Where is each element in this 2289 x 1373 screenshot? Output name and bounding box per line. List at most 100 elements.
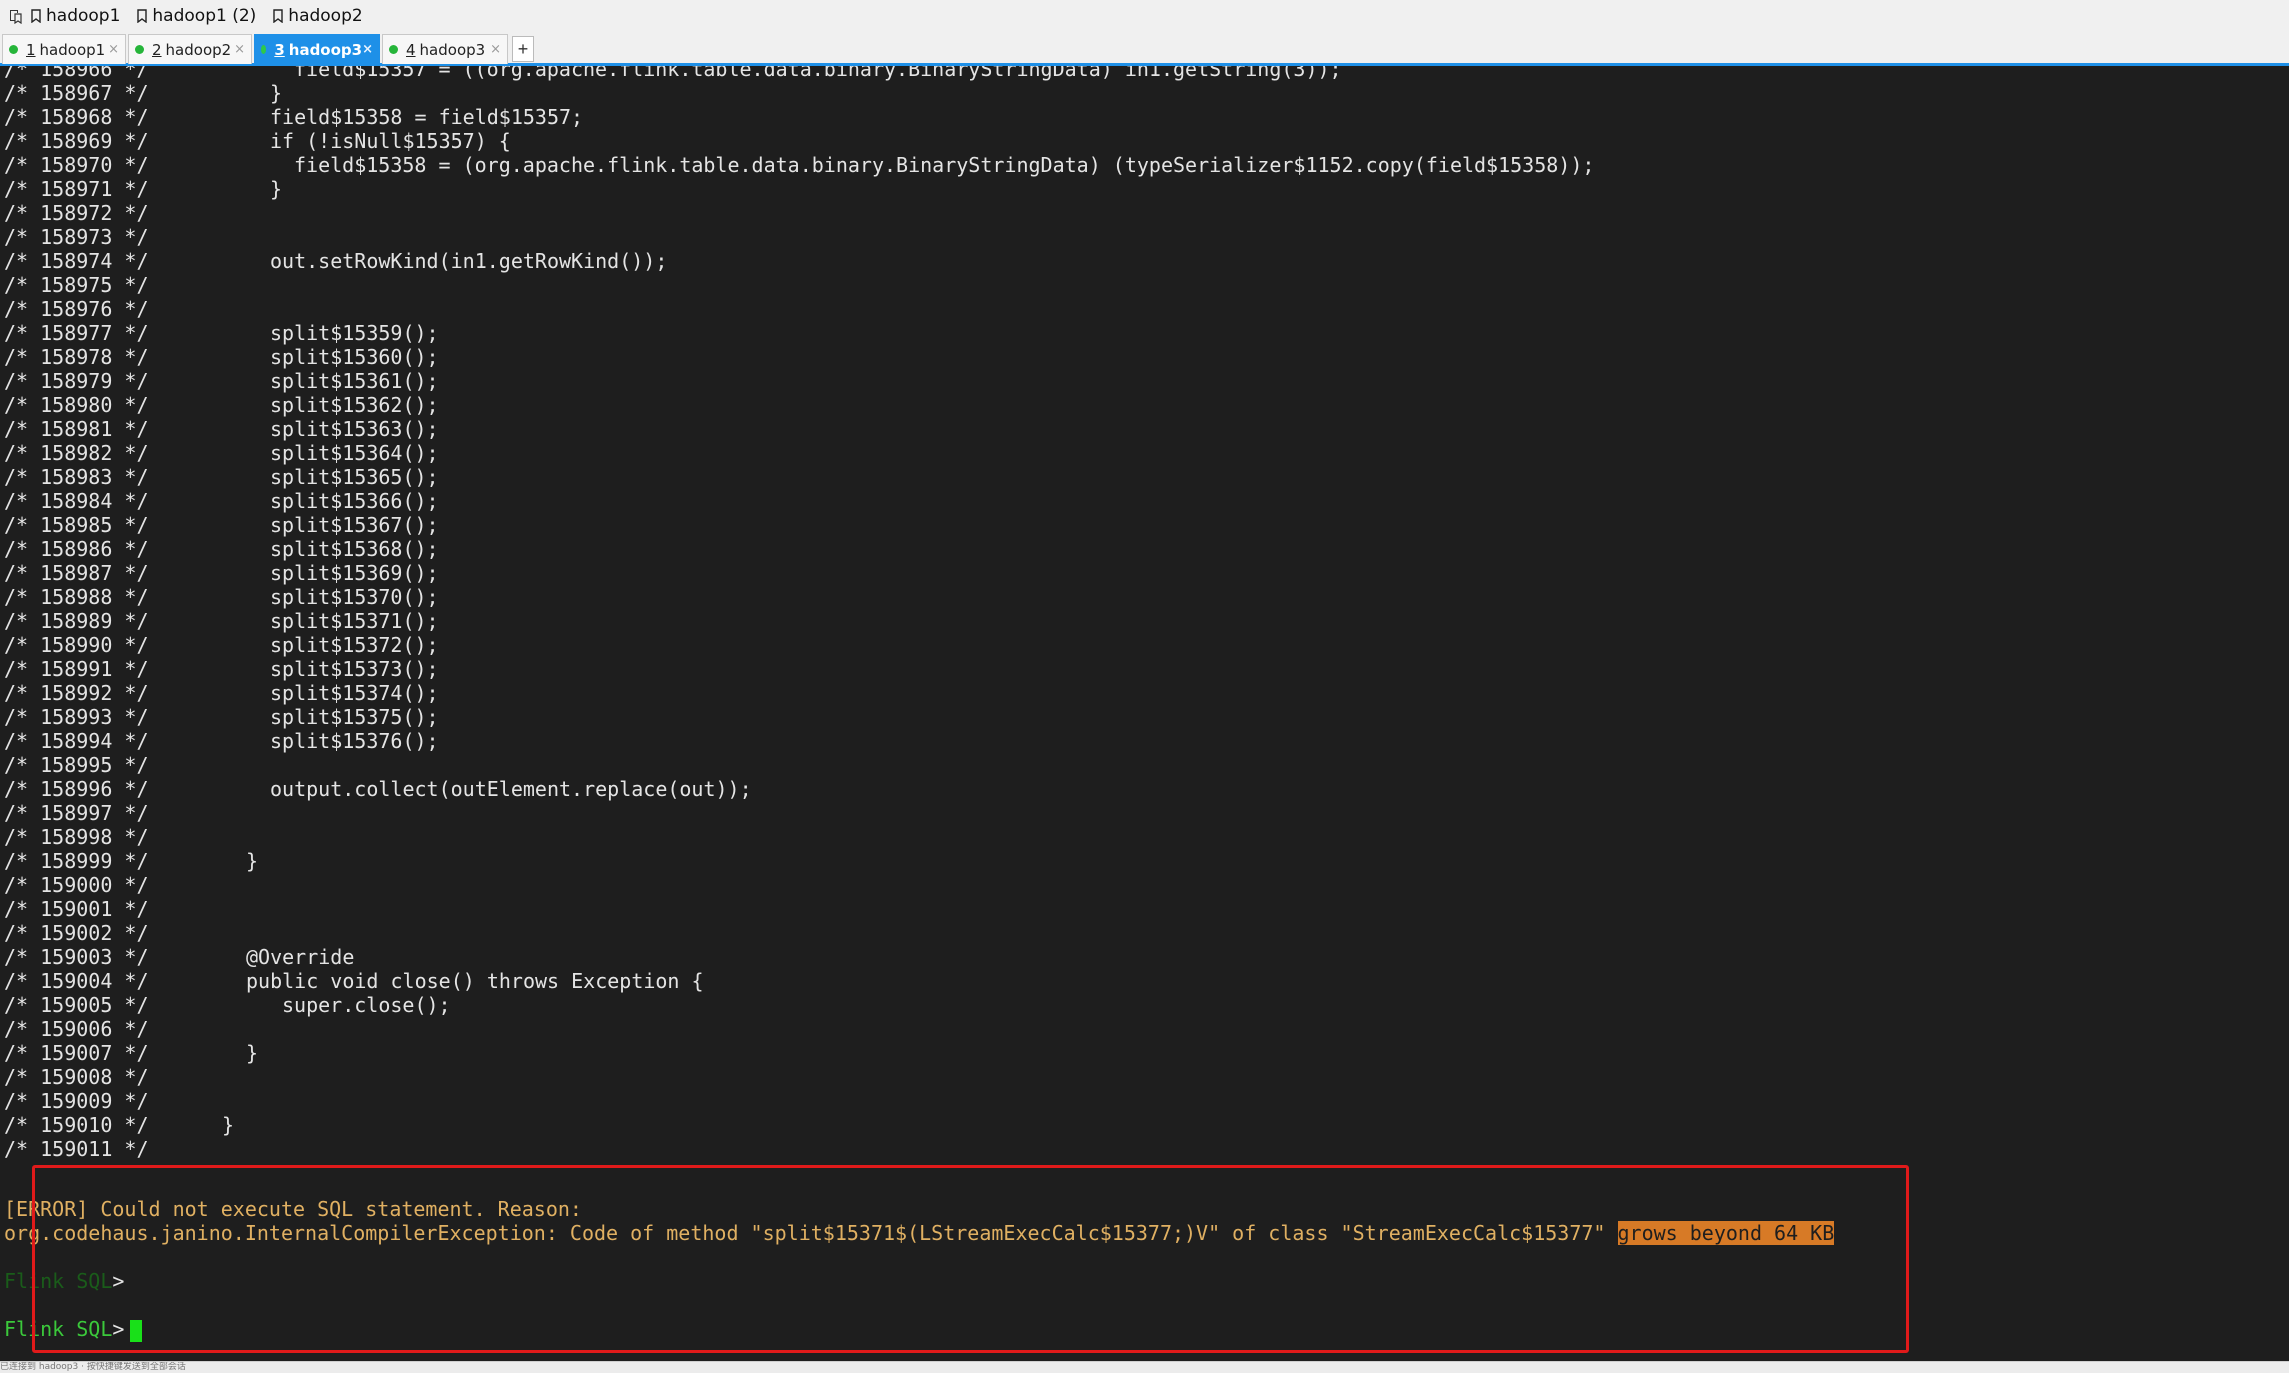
code-line: /* 158992 */ split$15374(); (4, 681, 439, 705)
code-text: public void close() throws Exception { (246, 969, 704, 993)
line-number: /* 158981 */ (4, 417, 149, 441)
bookmark-label: hadoop2 (288, 6, 363, 26)
connected-status-icon (135, 45, 144, 54)
line-number: /* 158997 */ (4, 801, 149, 825)
line-number: /* 159001 */ (4, 897, 149, 921)
code-text: split$15367(); (270, 513, 439, 537)
bookmark-label: hadoop1 (2) (152, 6, 257, 26)
code-text: split$15365(); (270, 465, 439, 489)
code-line: /* 158975 */ (4, 273, 149, 297)
terminal-output[interactable]: /* 158966 */ field$15357 = ((org.apache.f… (0, 66, 2289, 1361)
prompt-symbol: > (112, 1269, 125, 1293)
code-text: split$15371(); (270, 609, 439, 633)
line-number: /* 158977 */ (4, 321, 149, 345)
line-number: /* 158989 */ (4, 609, 149, 633)
line-number: /* 159008 */ (4, 1065, 149, 1089)
line-number: /* 158988 */ (4, 585, 149, 609)
code-text: if (!isNull$15357) { (270, 129, 511, 153)
connected-status-icon (389, 45, 398, 54)
bookmark-icon (31, 9, 41, 23)
code-text: out.setRowKind(in1.getRowKind()); (270, 249, 668, 273)
code-line: /* 159001 */ (4, 897, 149, 921)
code-line: /* 158993 */ split$15375(); (4, 705, 439, 729)
code-text: split$15362(); (270, 393, 439, 417)
tab-hadoop2[interactable]: 2 hadoop2 × (128, 34, 252, 64)
line-number: /* 159004 */ (4, 969, 149, 993)
code-text: } (246, 1041, 259, 1065)
code-line: /* 158986 */ split$15368(); (4, 537, 439, 561)
code-text: } (222, 1113, 235, 1137)
status-bar: 已连接到 hadoop3 · 按快捷键发送到全部会话 (0, 1361, 2289, 1373)
code-line: /* 158973 */ (4, 225, 149, 249)
error-message: [ERROR] Could not execute SQL statement.… (4, 1197, 582, 1221)
connected-status-icon (261, 45, 267, 54)
code-line: /* 158985 */ split$15367(); (4, 513, 439, 537)
code-text: split$15368(); (270, 537, 439, 561)
bookmark-hadoop1[interactable]: hadoop1 (30, 6, 120, 26)
tab-label: hadoop3 (288, 40, 363, 59)
code-text: split$15374(); (270, 681, 439, 705)
code-text: split$15372(); (270, 633, 439, 657)
code-line: /* 158988 */ split$15370(); (4, 585, 439, 609)
code-text: } (246, 849, 259, 873)
code-line: /* 159003 */ @Override (4, 945, 354, 969)
tab-close-icon[interactable]: × (362, 42, 373, 57)
new-tab-button[interactable]: + (512, 36, 534, 62)
line-number: /* 158979 */ (4, 369, 149, 393)
tab-number: 3 (274, 40, 285, 59)
line-number: /* 158985 */ (4, 513, 149, 537)
line-number: /* 158970 */ (4, 153, 149, 177)
line-number: /* 158975 */ (4, 273, 149, 297)
code-text: split$15369(); (270, 561, 439, 585)
code-text: split$15366(); (270, 489, 439, 513)
bookmark-hadoop1-2[interactable]: hadoop1 (2) (136, 6, 256, 26)
tab-hadoop3-active[interactable]: 3 hadoop3 × (254, 34, 380, 64)
bookmark-icon (273, 9, 283, 23)
tab-label: hadoop2 (165, 40, 232, 59)
code-line: /* 158995 */ (4, 753, 149, 777)
bookmark-label: hadoop1 (46, 6, 121, 26)
line-number: /* 158966 */ (4, 66, 149, 81)
code-line: /* 159010 */} (4, 1113, 234, 1137)
line-number: /* 158980 */ (4, 393, 149, 417)
code-line: /* 158967 */} (4, 81, 282, 105)
code-line: /* 158983 */ split$15365(); (4, 465, 439, 489)
prompt-label: Flink SQL (4, 1317, 113, 1341)
session-tab-bar: 1 hadoop1 × 2 hadoop2 × 3 hadoop3 × 4 ha… (0, 32, 2289, 66)
code-line: /* 158979 */ split$15361(); (4, 369, 439, 393)
tab-close-icon[interactable]: × (490, 42, 501, 57)
flink-sql-prompt[interactable]: Flink SQL> (4, 1317, 143, 1342)
tab-number: 2 (152, 40, 162, 59)
bookmark-hadoop2[interactable]: hadoop2 (272, 6, 363, 26)
code-text: field$15358 = field$15357; (270, 105, 584, 129)
code-line: /* 159004 */ public void close() throws E… (4, 969, 704, 993)
tab-label: hadoop1 (39, 40, 106, 59)
exception-highlight: grows beyond 64 KB (1617, 1221, 1835, 1245)
bookmark-manager-icon[interactable] (0, 0, 30, 32)
line-number: /* 158991 */ (4, 657, 149, 681)
line-number: /* 158969 */ (4, 129, 149, 153)
code-line: /* 158982 */ split$15364(); (4, 441, 439, 465)
code-text: super.close(); (282, 993, 451, 1017)
tab-close-icon[interactable]: × (234, 42, 245, 57)
line-number: /* 159003 */ (4, 945, 149, 969)
code-line: /* 159000 */ (4, 873, 149, 897)
text-cursor (130, 1319, 143, 1342)
code-line: /* 158977 */ split$15359(); (4, 321, 439, 345)
line-number: /* 159000 */ (4, 873, 149, 897)
line-number: /* 158990 */ (4, 633, 149, 657)
code-line: /* 159006 */ (4, 1017, 149, 1041)
code-line: /* 159011 */ (4, 1137, 149, 1161)
tab-hadoop3[interactable]: 4 hadoop3 × (382, 34, 508, 64)
tab-hadoop1[interactable]: 1 hadoop1 × (2, 34, 126, 64)
code-text: split$15373(); (270, 657, 439, 681)
code-line: /* 158998 */ (4, 825, 149, 849)
code-text: split$15370(); (270, 585, 439, 609)
code-text: output.collect(outElement.replace(out)); (270, 777, 752, 801)
exception-message: org.codehaus.janino.InternalCompilerExce… (4, 1221, 1835, 1245)
code-line: /* 158970 */ field$15358 = (org.apache.fl… (4, 153, 1594, 177)
code-text: split$15359(); (270, 321, 439, 345)
line-number: /* 158978 */ (4, 345, 149, 369)
error-highlight-box (32, 1165, 1909, 1353)
tab-close-icon[interactable]: × (108, 42, 119, 57)
